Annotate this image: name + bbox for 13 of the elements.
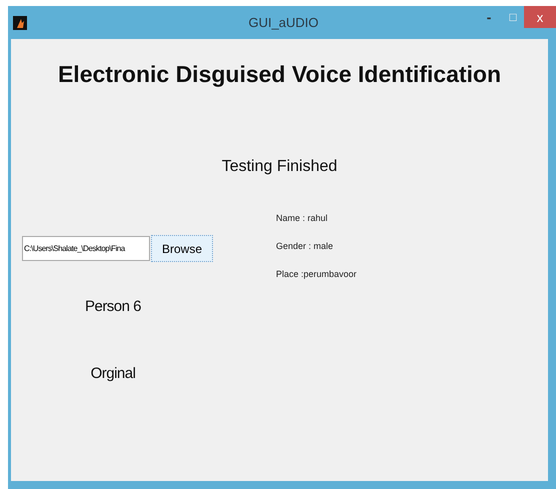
minimize-button[interactable]: -	[476, 6, 502, 28]
flame-icon	[13, 16, 27, 30]
status-text: Testing Finished	[220, 158, 338, 176]
heading: Electronic Disguised Voice Identification	[56, 61, 502, 88]
close-button[interactable]: x	[524, 6, 556, 28]
result-label: Orginal	[90, 365, 136, 382]
browse-button[interactable]: Browse	[151, 235, 213, 262]
detail-text: Name : rahul	[276, 213, 329, 225]
detail-text: Gender : male	[276, 241, 334, 253]
detail-text: Place :perumbavoor	[276, 269, 357, 281]
person-label: Person 6	[84, 298, 142, 315]
file-path-field[interactable]: C:\Users\Shalate_\Desktop\Fina	[22, 236, 150, 261]
window-title: GUI_aUDIO	[247, 15, 320, 30]
